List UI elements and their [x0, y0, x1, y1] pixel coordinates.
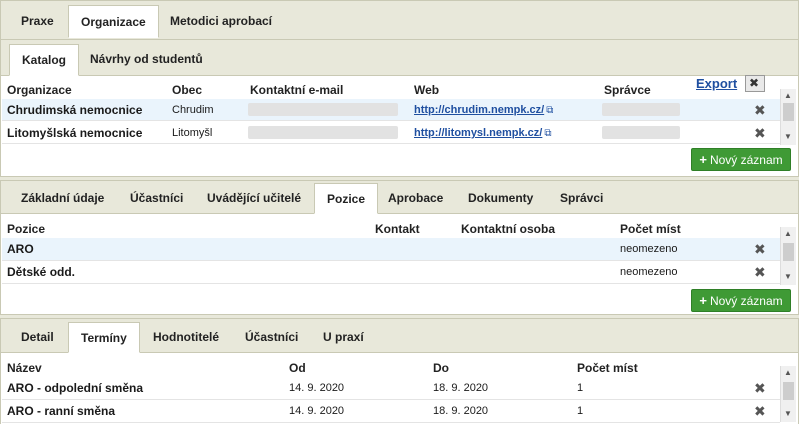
table-row[interactable]: Chrudimská nemocnice Chrudim http://chru…	[2, 99, 780, 121]
col-web[interactable]: Web	[414, 83, 439, 97]
position-capacity: neomezeno	[620, 266, 678, 278]
term-name: ARO - odpolední směna	[7, 381, 144, 395]
col-obec[interactable]: Obec	[172, 83, 202, 97]
scroll-down-icon[interactable]: ▼	[784, 132, 792, 141]
col-kontaktni-osoba[interactable]: Kontaktní osoba	[461, 222, 555, 236]
table-row[interactable]: ARO neomezeno ✖	[2, 238, 780, 261]
col-do[interactable]: Do	[433, 361, 449, 375]
table-row[interactable]: Dětské odd. neomezeno ✖	[2, 261, 780, 284]
org-web-link[interactable]: http://chrudim.nempk.cz/	[414, 104, 544, 116]
new-position-button[interactable]: + Nový záznam	[691, 289, 791, 312]
external-link-icon[interactable]: ⧉	[544, 128, 551, 139]
organization-list-panel: Organizace Obec Kontaktní e-mail Web Spr…	[0, 76, 799, 176]
scroll-thumb[interactable]	[783, 382, 794, 400]
term-name: ARO - ranní směna	[7, 404, 116, 418]
scroll-up-icon[interactable]: ▲	[784, 229, 792, 238]
table-row[interactable]: ARO - ranní směna 14. 9. 2020 18. 9. 202…	[2, 400, 780, 423]
redacted-email	[248, 103, 398, 116]
term-from: 14. 9. 2020	[289, 382, 345, 394]
new-organization-button[interactable]: + Nový záznam	[691, 148, 791, 171]
position-name: Dětské odd.	[7, 265, 76, 279]
col-pozice[interactable]: Pozice	[7, 222, 45, 236]
terms-scrollbar[interactable]: ▲ ▼	[780, 366, 796, 422]
col-kontakt[interactable]: Kontakt	[375, 222, 420, 236]
main-tabbar: Praxe Organizace Metodici aprobací	[0, 0, 799, 40]
plus-icon: +	[699, 293, 707, 308]
tab-dokumenty[interactable]: Dokumenty	[456, 183, 545, 214]
org-city: Litomyšl	[172, 127, 213, 139]
tab-aprobace[interactable]: Aprobace	[376, 183, 455, 214]
positions-panel: Pozice Kontakt Kontaktní osoba Počet mís…	[0, 214, 799, 314]
tab-pozice[interactable]: Pozice	[314, 183, 379, 214]
term-capacity: 1	[577, 405, 584, 417]
close-icon[interactable]: ✖	[754, 264, 766, 281]
col-spravce[interactable]: Správce	[604, 83, 651, 97]
org-name: Litomyšlská nemocnice	[7, 126, 143, 140]
term-to: 18. 9. 2020	[433, 382, 489, 394]
tab-hodnotitele[interactable]: Hodnotitelé	[141, 322, 231, 353]
org-city: Chrudim	[172, 104, 214, 116]
term-from: 14. 9. 2020	[289, 405, 345, 417]
tab-navrhy-od-studentu[interactable]: Návrhy od studentů	[78, 44, 215, 76]
scroll-down-icon[interactable]: ▼	[784, 409, 792, 418]
tab-organizace[interactable]: Organizace	[68, 5, 159, 38]
org-name: Chrudimská nemocnice	[7, 103, 143, 117]
tab-praxe[interactable]: Praxe	[9, 5, 66, 38]
tab-ucastnici-praxe[interactable]: Účastníci	[233, 322, 310, 353]
org-detail-tabbar: Základní údaje Účastníci Uvádějící učite…	[0, 181, 799, 214]
col-kontaktni-email[interactable]: Kontaktní e-mail	[250, 83, 343, 97]
tab-detail[interactable]: Detail	[9, 322, 66, 353]
org-web-link[interactable]: http://litomysl.nempk.cz/	[414, 127, 542, 139]
col-pocet-mist[interactable]: Počet míst	[620, 222, 681, 236]
tab-spravci[interactable]: Správci	[548, 183, 615, 214]
redacted-admin	[602, 103, 680, 116]
scroll-down-icon[interactable]: ▼	[784, 272, 792, 281]
terms-panel: Název Od Do Počet míst ARO - odpolední s…	[0, 353, 799, 424]
plus-icon: +	[699, 152, 707, 167]
scroll-up-icon[interactable]: ▲	[784, 368, 792, 377]
tab-metodici-aprobaci[interactable]: Metodici aprobací	[158, 5, 284, 38]
close-icon[interactable]: ✖	[754, 102, 766, 119]
new-record-label: Nový záznam	[709, 294, 783, 308]
position-capacity: neomezeno	[620, 243, 678, 255]
table-row[interactable]: Litomyšlská nemocnice Litomyšl http://li…	[2, 122, 780, 144]
close-icon[interactable]: ✖	[754, 380, 766, 397]
col-pocet-mist-terminy[interactable]: Počet míst	[577, 361, 638, 375]
tab-uvadejici-ucitele[interactable]: Uvádějící učitelé	[195, 183, 313, 214]
close-icon[interactable]: ✖	[754, 125, 766, 142]
col-od[interactable]: Od	[289, 361, 306, 375]
close-icon[interactable]: ✖	[754, 241, 766, 258]
tab-katalog[interactable]: Katalog	[9, 44, 80, 76]
tab-u-praxi[interactable]: U praxí	[311, 322, 376, 353]
col-organizace[interactable]: Organizace	[7, 83, 72, 97]
close-icon[interactable]: ✖	[754, 403, 766, 420]
tab-ucastnici[interactable]: Účastníci	[118, 183, 195, 214]
redacted-admin	[602, 126, 680, 139]
new-record-label: Nový záznam	[709, 153, 783, 167]
excel-export-icon[interactable]	[745, 75, 765, 92]
scroll-thumb[interactable]	[783, 103, 794, 121]
col-nazev[interactable]: Název	[7, 361, 42, 375]
tab-zakladni-udaje[interactable]: Základní údaje	[9, 183, 116, 214]
export-link[interactable]: Export	[696, 76, 737, 91]
position-detail-tabbar: Detail Termíny Hodnotitelé Účastníci U p…	[0, 319, 799, 353]
external-link-icon[interactable]: ⧉	[546, 105, 553, 116]
term-to: 18. 9. 2020	[433, 405, 489, 417]
org-list-scrollbar[interactable]: ▲ ▼	[780, 89, 796, 145]
positions-scrollbar[interactable]: ▲ ▼	[780, 227, 796, 285]
redacted-email	[248, 126, 398, 139]
tab-terminy[interactable]: Termíny	[68, 322, 140, 353]
table-row[interactable]: ARO - odpolední směna 14. 9. 2020 18. 9.…	[2, 377, 780, 400]
term-capacity: 1	[577, 382, 584, 394]
catalog-tabbar: Katalog Návrhy od studentů	[0, 40, 799, 76]
position-name: ARO	[7, 242, 34, 256]
scroll-thumb[interactable]	[783, 243, 794, 261]
scroll-up-icon[interactable]: ▲	[784, 91, 792, 100]
